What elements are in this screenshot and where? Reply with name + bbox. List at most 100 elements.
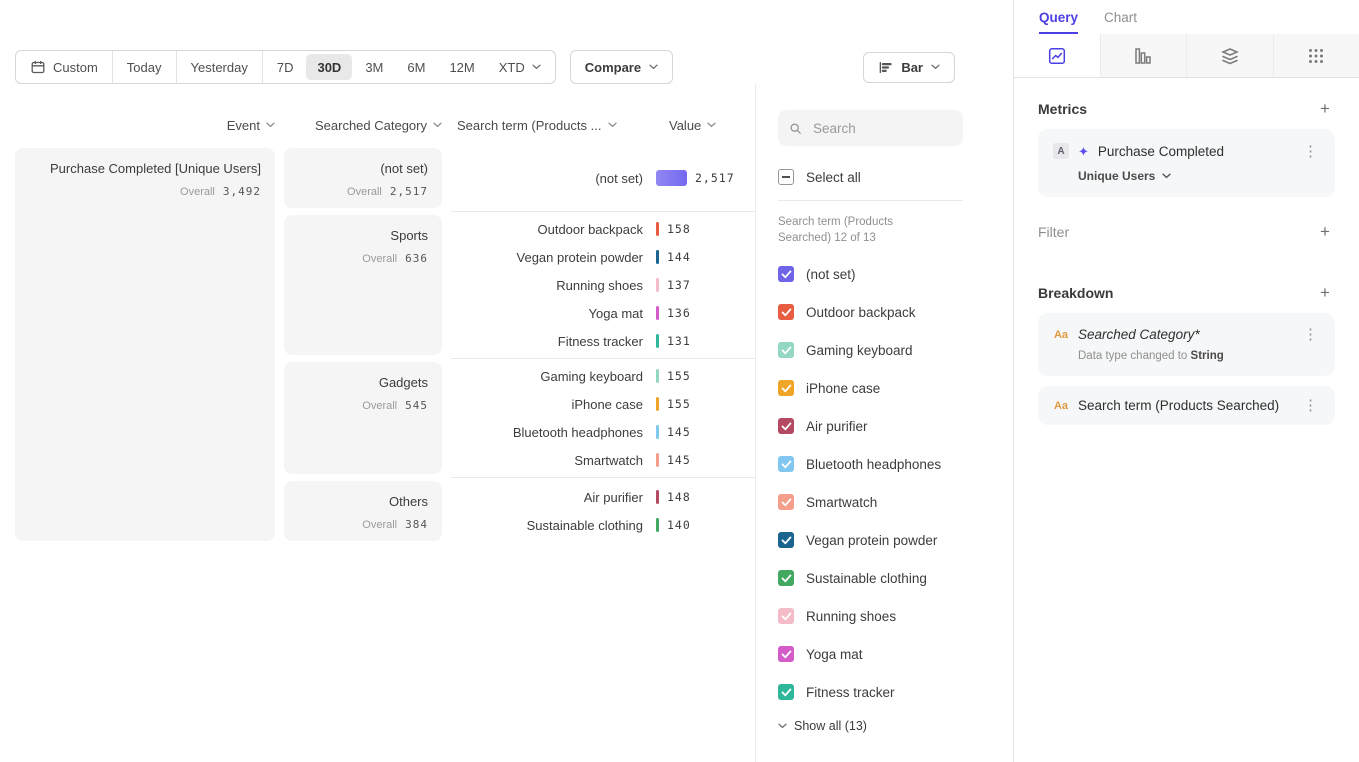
term-label: Air purifier <box>451 490 643 505</box>
legend-item[interactable]: Yoga mat <box>778 635 997 673</box>
measure-selector[interactable]: Unique Users <box>1078 169 1320 183</box>
legend-item[interactable]: Air purifier <box>778 407 997 445</box>
series-checkbox[interactable] <box>778 684 794 700</box>
column-header-category[interactable]: Searched Category <box>284 118 442 133</box>
event-card[interactable]: Purchase Completed [Unique Users] Overal… <box>15 148 275 541</box>
metric-name[interactable]: Purchase Completed <box>1098 144 1292 159</box>
series-checkbox[interactable] <box>778 418 794 434</box>
column-header-event[interactable]: Event <box>15 118 275 133</box>
search-box[interactable] <box>778 110 963 146</box>
value-bar[interactable] <box>656 369 659 383</box>
column-header-search-term[interactable]: Search term (Products ... <box>457 112 617 138</box>
custom-date-button[interactable]: Custom <box>19 54 109 80</box>
legend-item[interactable]: Outdoor backpack <box>778 293 997 331</box>
date-range-6m[interactable]: 6M <box>396 54 436 80</box>
date-range-yesterday[interactable]: Yesterday <box>180 54 259 80</box>
flows-dots-icon <box>1306 46 1326 66</box>
value-bar[interactable] <box>656 306 659 320</box>
value-bar[interactable] <box>656 397 659 411</box>
series-checkbox[interactable] <box>778 304 794 320</box>
check-icon <box>781 612 792 621</box>
chart-type-button[interactable]: Bar <box>863 52 955 83</box>
series-checkbox[interactable] <box>778 494 794 510</box>
value-bar[interactable] <box>656 425 659 439</box>
tab-flows[interactable] <box>1274 34 1359 77</box>
series-checkbox[interactable] <box>778 570 794 586</box>
search-term-row[interactable]: Vegan protein powder144 <box>451 243 755 271</box>
legend-item[interactable]: (not set) <box>778 255 997 293</box>
series-checkbox[interactable] <box>778 646 794 662</box>
value-bar[interactable] <box>656 334 659 348</box>
breakdown-name[interactable]: Search term (Products Searched) <box>1078 398 1292 413</box>
legend-item[interactable]: Fitness tracker <box>778 673 997 711</box>
legend-item[interactable]: Gaming keyboard <box>778 331 997 369</box>
search-input[interactable] <box>811 120 952 137</box>
legend-item[interactable]: Smartwatch <box>778 483 997 521</box>
show-all-button[interactable]: Show all (13) <box>778 719 997 733</box>
category-card[interactable]: OthersOverall384 <box>284 481 442 541</box>
column-header-value[interactable]: Value <box>669 112 716 138</box>
legend-item[interactable]: Running shoes <box>778 597 997 635</box>
search-term-row[interactable]: Sustainable clothing140 <box>451 511 755 539</box>
legend-item-label: Yoga mat <box>806 647 863 662</box>
date-range-7d[interactable]: 7D <box>266 54 305 80</box>
category-card[interactable]: (not set)Overall2,517 <box>284 148 442 208</box>
kebab-menu-icon[interactable]: ⋮ <box>1301 399 1320 412</box>
search-term-row[interactable]: Running shoes137 <box>451 271 755 299</box>
date-range-xtd[interactable]: XTD <box>488 54 552 80</box>
date-range-today[interactable]: Today <box>116 54 173 80</box>
tab-funnels[interactable] <box>1101 34 1188 77</box>
breakdown-card[interactable]: Aa Searched Category* ⋮ Data type change… <box>1038 313 1335 376</box>
series-checkbox[interactable] <box>778 342 794 358</box>
value-bar[interactable] <box>656 170 687 186</box>
category-card[interactable]: SportsOverall636 <box>284 215 442 355</box>
series-checkbox[interactable] <box>778 456 794 472</box>
category-card[interactable]: GadgetsOverall545 <box>284 362 442 474</box>
kebab-menu-icon[interactable]: ⋮ <box>1301 145 1320 158</box>
legend-item[interactable]: Bluetooth headphones <box>778 445 997 483</box>
search-term-row[interactable]: Yoga mat136 <box>451 299 755 327</box>
kebab-menu-icon[interactable]: ⋮ <box>1301 328 1320 341</box>
legend-item-label: Gaming keyboard <box>806 343 913 358</box>
series-checkbox[interactable] <box>778 532 794 548</box>
tab-retention[interactable] <box>1187 34 1274 77</box>
series-checkbox[interactable] <box>778 608 794 624</box>
search-term-row[interactable]: Smartwatch145 <box>451 446 755 474</box>
add-metric-button[interactable]: + <box>1315 100 1335 117</box>
breakdown-card[interactable]: Aa Search term (Products Searched) ⋮ <box>1038 386 1335 425</box>
add-breakdown-button[interactable]: + <box>1315 284 1335 301</box>
tab-insights[interactable] <box>1014 34 1101 77</box>
select-all-row[interactable]: Select all <box>778 169 997 185</box>
search-term-row[interactable]: Fitness tracker131 <box>451 327 755 355</box>
breakdown-name[interactable]: Searched Category* <box>1078 327 1292 342</box>
value-bar[interactable] <box>656 518 659 532</box>
search-term-row[interactable]: (not set)2,517 <box>451 164 755 192</box>
compare-button[interactable]: Compare <box>570 50 673 84</box>
select-all-checkbox[interactable] <box>778 169 794 185</box>
retention-layers-icon <box>1220 46 1240 66</box>
value-bar[interactable] <box>656 222 659 236</box>
search-term-row[interactable]: Gaming keyboard155 <box>451 362 755 390</box>
legend-item[interactable]: Sustainable clothing <box>778 559 997 597</box>
series-checkbox[interactable] <box>778 380 794 396</box>
search-term-row[interactable]: iPhone case155 <box>451 390 755 418</box>
value-bar[interactable] <box>656 250 659 264</box>
tab-query[interactable]: Query <box>1039 0 1078 34</box>
value-bar[interactable] <box>656 490 659 504</box>
tab-chart[interactable]: Chart <box>1104 0 1137 34</box>
search-term-row[interactable]: Bluetooth headphones145 <box>451 418 755 446</box>
date-range-control: Custom Today Yesterday 7D30D3M6M12MXTD <box>15 50 556 84</box>
date-range-3m[interactable]: 3M <box>354 54 394 80</box>
legend-item[interactable]: iPhone case <box>778 369 997 407</box>
date-range-12m[interactable]: 12M <box>438 54 485 80</box>
legend-item[interactable]: Vegan protein powder <box>778 521 997 559</box>
search-term-row[interactable]: Outdoor backpack158 <box>451 215 755 243</box>
add-filter-button[interactable]: + <box>1315 223 1335 240</box>
series-checkbox[interactable] <box>778 266 794 282</box>
value-bar-group: 155 <box>656 397 691 411</box>
metric-card[interactable]: A ✦ Purchase Completed ⋮ Unique Users <box>1038 129 1335 197</box>
search-term-row[interactable]: Air purifier148 <box>451 483 755 511</box>
date-range-30d[interactable]: 30D <box>306 54 352 80</box>
value-bar[interactable] <box>656 453 659 467</box>
value-bar[interactable] <box>656 278 659 292</box>
